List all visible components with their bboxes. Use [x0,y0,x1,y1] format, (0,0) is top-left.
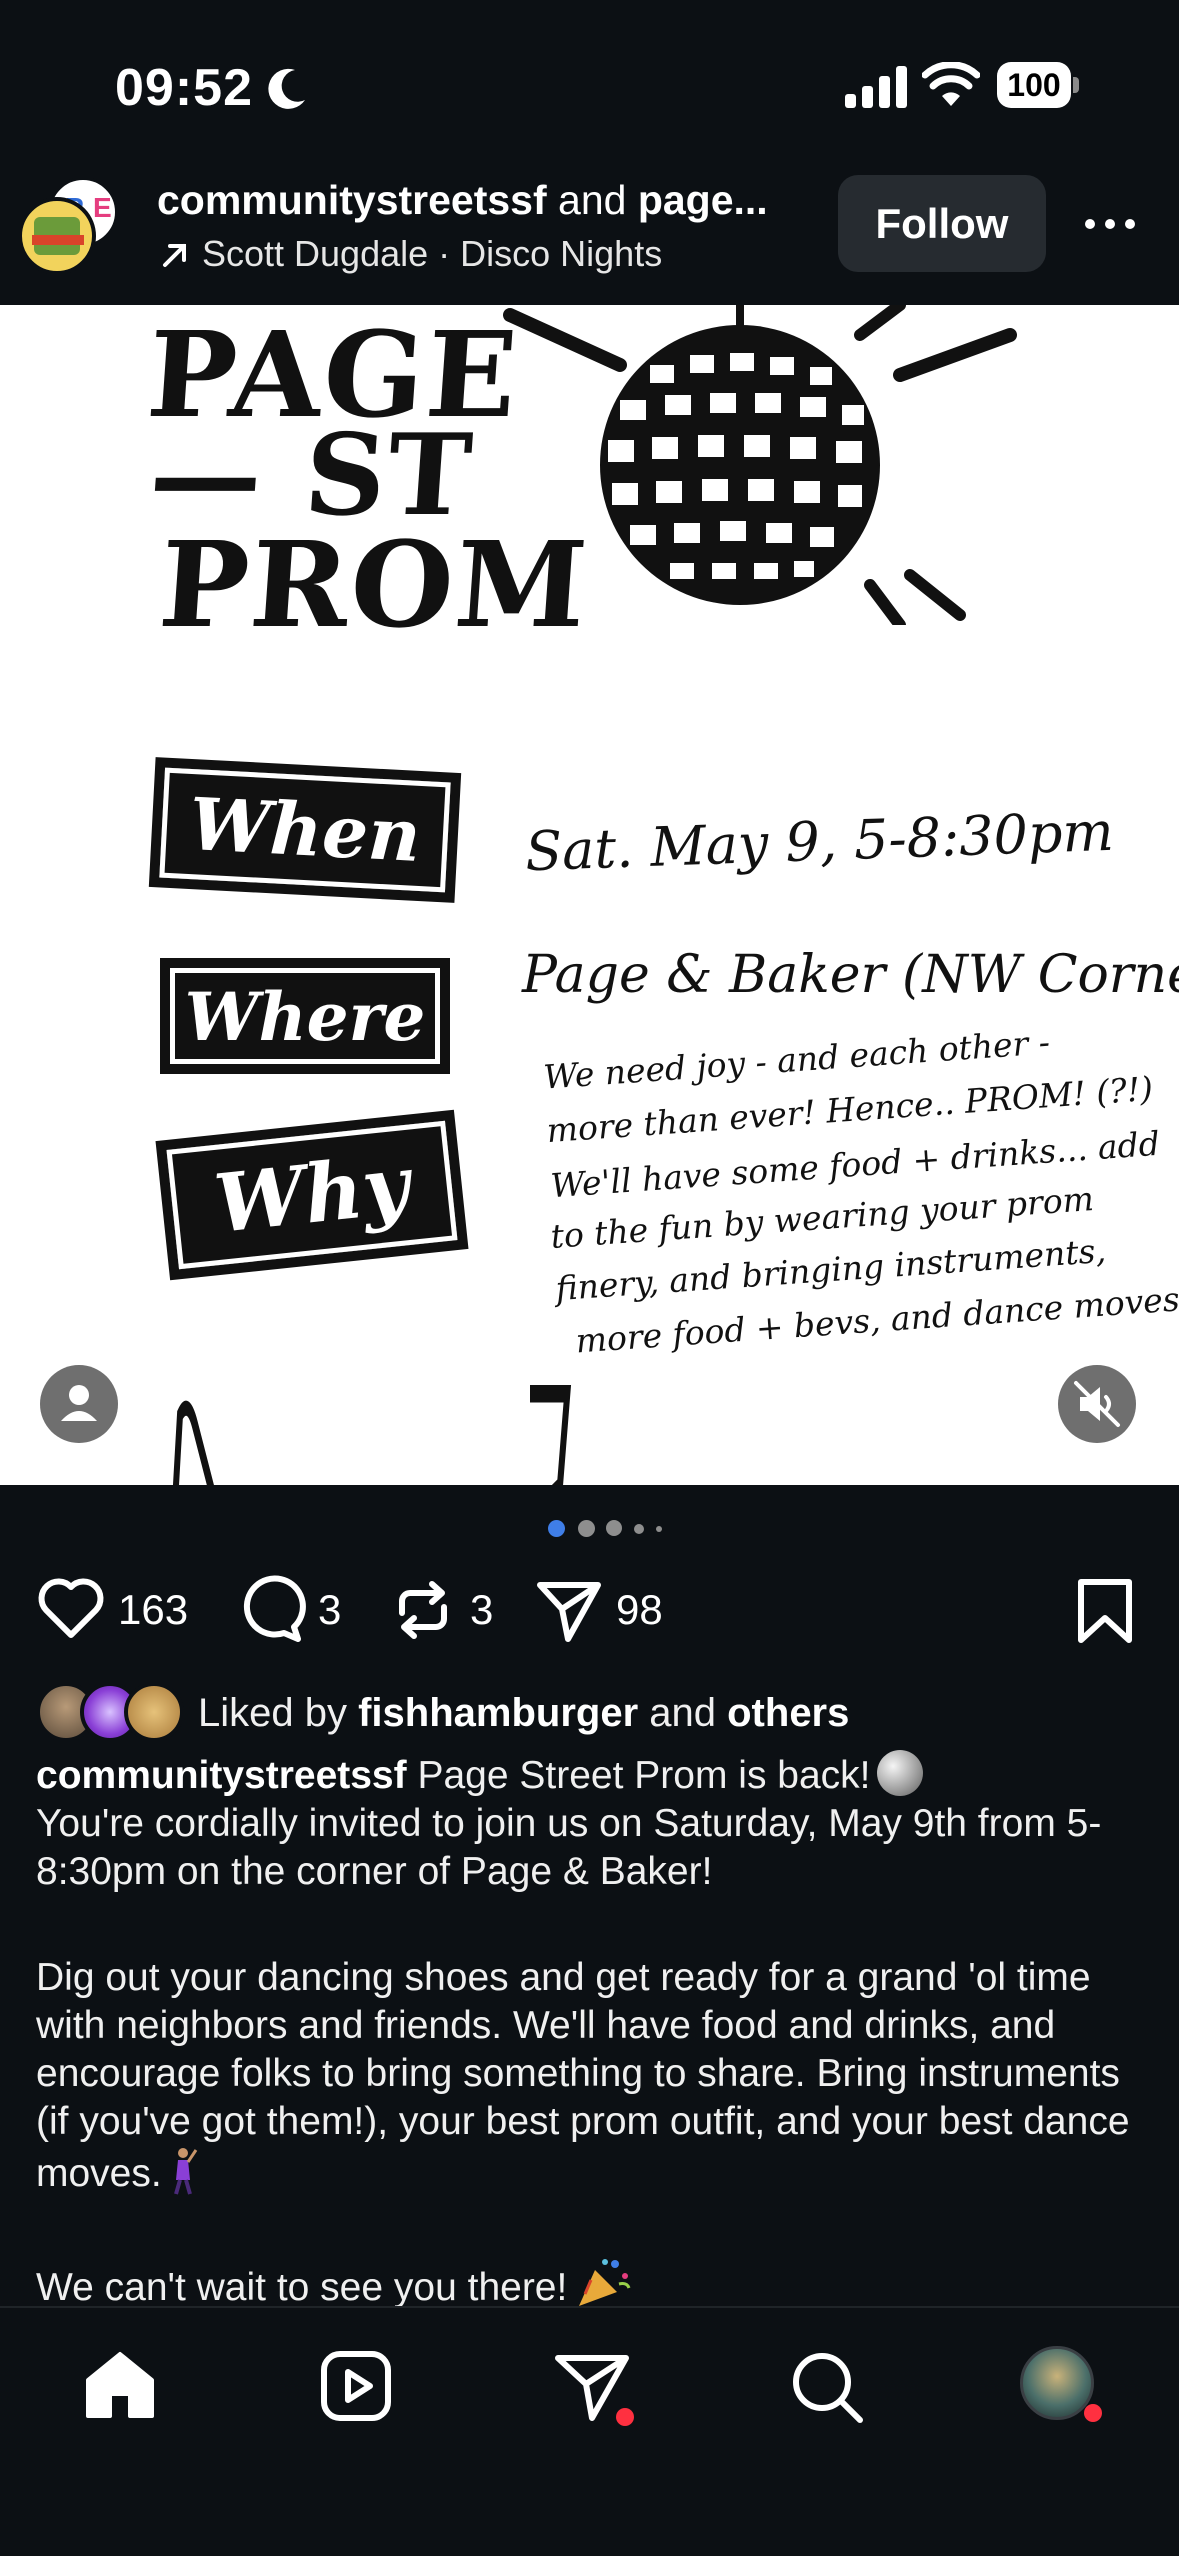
share-action[interactable]: 98 [534,1570,663,1650]
caption-paragraph-1: You're cordially invited to join us on S… [36,1802,1102,1893]
comment-icon[interactable] [236,1575,306,1645]
heart-icon[interactable] [36,1575,106,1645]
follow-button[interactable]: Follow [838,175,1046,272]
moon-icon [268,68,305,109]
send-icon[interactable] [534,1575,604,1645]
post-usernames[interactable]: communitystreetssf and page... [157,177,768,224]
liked-by-text: Liked by fishhamburger and others [198,1690,850,1735]
flyer-when-text: Sat. May 9, 5-8:30pm [524,799,1115,884]
tagged-users-button[interactable] [40,1365,118,1443]
nav-home[interactable] [80,2346,160,2426]
post-caption: communitystreetssf Page Street Prom is b… [36,1750,1146,2312]
nav-reels[interactable] [316,2346,396,2426]
party-popper-emoji [579,2259,631,2306]
mute-toggle-button[interactable] [1058,1365,1136,1443]
audio-label: Scott Dugdale · Disco Nights [202,233,663,274]
username-primary[interactable]: communitystreetssf [157,177,547,223]
like-count[interactable]: 163 [118,1586,188,1634]
username-secondary[interactable]: page... [638,177,768,223]
disco-ball-illustration [503,305,1017,625]
post-image[interactable]: PAGE — ST PROM When Where Why Sat. May 9… [0,305,1179,1485]
signal-icon [845,66,907,108]
liked-by-row[interactable]: Liked by fishhamburger and others [36,1682,849,1744]
search-icon[interactable] [786,2346,866,2426]
reels-icon[interactable] [316,2346,396,2426]
battery-icon: 100 [997,62,1079,108]
repost-icon[interactable] [388,1575,458,1645]
post-actions: 163 3 3 98 [0,1570,1179,1650]
carousel-dot [656,1526,662,1532]
comment-count[interactable]: 3 [318,1586,341,1634]
carousel-indicator [548,1520,688,1540]
caption-headline: Page Street Prom is back! [406,1754,871,1797]
carousel-dot [578,1520,595,1537]
flyer-ground-line [172,1385,572,1485]
bookmark-icon[interactable] [1075,1578,1135,1644]
profile-avatar[interactable] [1020,2346,1094,2420]
status-bar: 09:52 100 [0,0,1179,175]
carousel-dot [548,1520,565,1537]
nav-direct[interactable] [552,2346,634,2426]
home-icon[interactable] [80,2346,160,2426]
wifi-icon [922,62,980,106]
post-header: PE communitystreetssf and page... Scott … [0,175,1179,305]
flyer-where-text: Page & Baker (NW Corner) [522,945,1179,1005]
notification-dot [616,2408,634,2426]
flyer-label-when: When [148,757,462,903]
notification-dot [1084,2404,1102,2422]
liked-by-others[interactable]: others [727,1691,849,1735]
dancer-emoji [173,2148,197,2195]
caption-paragraph-3: We can't wait to see you there! [36,2266,568,2309]
carousel-dot [606,1520,622,1536]
bottom-navigation [0,2306,1179,2556]
flyer-label-why: Why [155,1109,469,1281]
person-icon [61,1385,97,1421]
avatar-primary[interactable] [18,197,96,275]
speaker-muted-icon [1074,1381,1120,1427]
audio-attribution[interactable]: Scott Dugdale · Disco Nights [160,233,662,275]
disco-ball-emoji [876,1750,923,1796]
repost-action[interactable]: 3 [388,1570,493,1650]
liker-avatar [124,1682,184,1742]
liked-by-user[interactable]: fishhamburger [358,1691,638,1735]
comment-action[interactable]: 3 [236,1570,341,1650]
caption-paragraph-2: Dig out your dancing shoes and get ready… [36,1956,1130,2195]
carousel-dot [634,1524,644,1534]
arrow-up-right-icon [163,244,186,267]
like-action[interactable]: 163 [36,1570,188,1650]
status-time: 09:52 [115,59,253,117]
caption-username[interactable]: communitystreetssf [36,1754,407,1797]
nav-search[interactable] [786,2346,866,2426]
more-options-icon[interactable] [1085,203,1141,243]
liker-avatars [36,1682,186,1744]
battery-level: 100 [997,62,1071,108]
share-count[interactable]: 98 [616,1586,663,1634]
repost-count[interactable]: 3 [470,1586,493,1634]
collab-avatars[interactable]: PE [18,175,118,275]
flyer-label-where: Where [160,958,450,1074]
